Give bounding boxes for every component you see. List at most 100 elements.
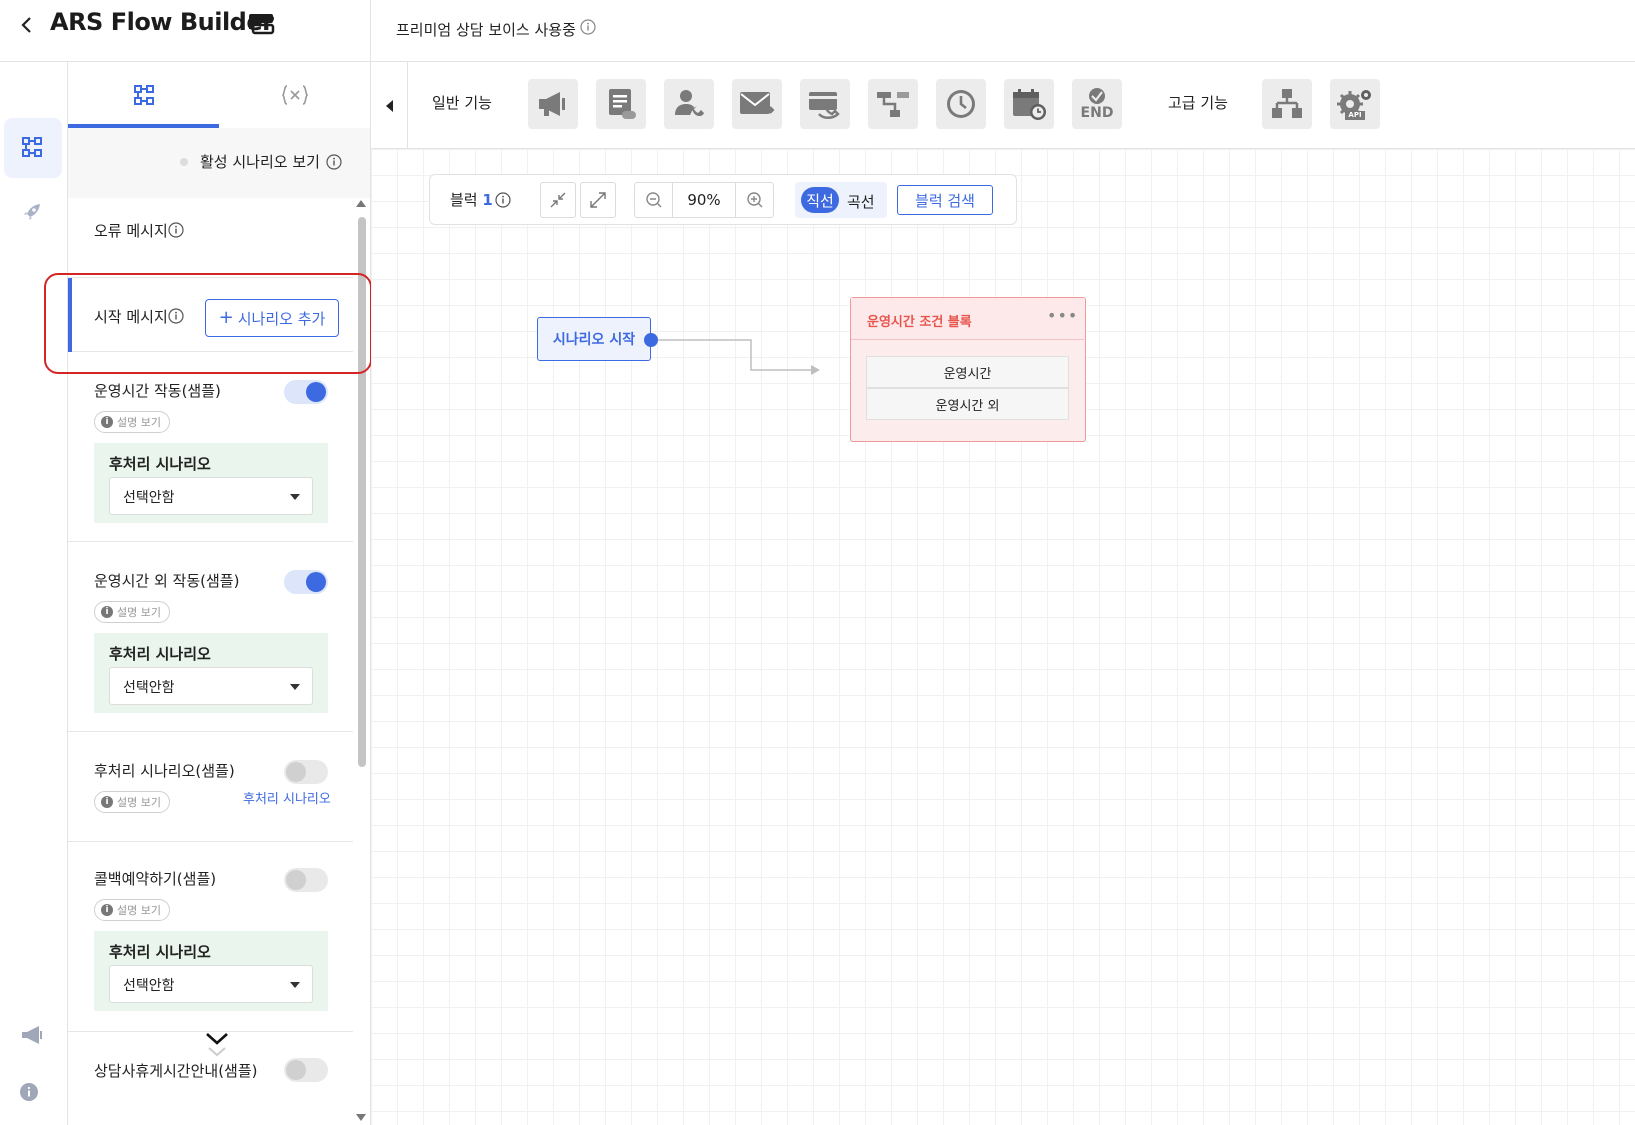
tab-variables[interactable] bbox=[219, 62, 370, 128]
post-scenario-title: 후처리 시나리오 bbox=[109, 645, 211, 663]
card-icon bbox=[809, 92, 840, 119]
condition-block-node[interactable]: 운영시간 조건 블록 ••• 운영시간 운영시간 외 bbox=[850, 297, 1086, 442]
icon-rail bbox=[0, 62, 68, 1125]
clock-icon bbox=[947, 90, 975, 118]
post-scenario-select[interactable]: 선택안함 bbox=[109, 477, 313, 515]
tool-branch[interactable] bbox=[868, 79, 918, 129]
scenario-item[interactable]: 콜백예약하기(샘플) i 설명 보기 후처리 시나리오 선택안함 bbox=[68, 842, 353, 1032]
scenario-title: 운영시간 외 작동(샘플) bbox=[94, 572, 240, 590]
tool-agent[interactable] bbox=[664, 79, 714, 129]
info-icon: i bbox=[101, 606, 113, 618]
tool-card[interactable] bbox=[800, 79, 850, 129]
scenario-item[interactable]: 운영시간 외 작동(샘플) i 설명 보기 후처리 시나리오 선택안함 bbox=[68, 542, 353, 732]
caret-down-icon bbox=[290, 982, 300, 988]
hierarchy-icon bbox=[1272, 89, 1302, 118]
scroll-up-icon[interactable] bbox=[356, 200, 366, 207]
caret-down-icon bbox=[290, 684, 300, 690]
condition-block-header: 운영시간 조건 블록 ••• bbox=[851, 298, 1084, 340]
scenario-title: 운영시간 작동(샘플) bbox=[94, 382, 221, 400]
scenario-toggle[interactable] bbox=[284, 760, 328, 784]
end-label: END bbox=[1080, 105, 1114, 121]
info-icon[interactable] bbox=[19, 1082, 39, 1102]
block-toolbar: 일반 기능 END 고급 기능 API bbox=[371, 62, 1635, 149]
post-scenario-box: 후처리 시나리오 선택안함 bbox=[94, 443, 328, 523]
api-label: API bbox=[1345, 110, 1365, 120]
scenario-item[interactable]: 상담사휴게시간안내(샘플) bbox=[68, 1032, 353, 1125]
condition-block-title: 운영시간 조건 블록 bbox=[867, 315, 972, 330]
tool-clock[interactable] bbox=[936, 79, 986, 129]
flow-canvas[interactable]: 블럭 1 90% 직선 곡선 블럭 검색 시나리오 시작 운영시간 조건 블록 … bbox=[371, 149, 1635, 1125]
megaphone-icon[interactable] bbox=[19, 1024, 45, 1046]
scenario-panel: 활성 시나리오 보기 오류 메시지 시작 메시지 + 시나리오 추가 운영시간 … bbox=[68, 62, 371, 1125]
app-header: ARS Flow Builder bbox=[0, 0, 371, 62]
start-node-port[interactable] bbox=[644, 333, 658, 347]
mail-icon bbox=[740, 92, 775, 114]
scroll-down-icon[interactable] bbox=[356, 1114, 366, 1121]
collapse-panel-button[interactable] bbox=[371, 62, 408, 149]
phone-logo-icon bbox=[247, 12, 275, 36]
scenario-title: 상담사휴게시간안내(샘플) bbox=[94, 1062, 258, 1080]
info-icon[interactable] bbox=[580, 19, 596, 35]
form-icon bbox=[609, 89, 636, 119]
info-icon: i bbox=[101, 416, 113, 428]
tool-api[interactable]: API bbox=[1330, 79, 1380, 129]
active-scenario-label: 활성 시나리오 보기 bbox=[200, 153, 320, 171]
caret-left-icon bbox=[385, 99, 393, 112]
scenario-start-node[interactable]: 시나리오 시작 bbox=[537, 317, 651, 361]
status-dot bbox=[180, 158, 188, 166]
calendar-icon bbox=[1013, 89, 1046, 120]
condition-branch-row[interactable]: 운영시간 외 bbox=[866, 388, 1069, 420]
connector-line bbox=[658, 339, 820, 375]
post-scenario-title: 후처리 시나리오 bbox=[109, 943, 211, 961]
show-description-button[interactable]: i 설명 보기 bbox=[94, 899, 170, 921]
plan-status: 프리미엄 상담 보이스 사용중 bbox=[396, 21, 576, 39]
error-message-label: 오류 메시지 bbox=[94, 222, 168, 240]
post-scenario-box: 후처리 시나리오 선택안함 bbox=[94, 931, 328, 1011]
tool-hierarchy[interactable] bbox=[1262, 79, 1312, 129]
variable-icon bbox=[281, 85, 308, 105]
end-icon bbox=[1089, 88, 1105, 104]
error-message-item[interactable]: 오류 메시지 bbox=[68, 198, 353, 278]
info-icon[interactable] bbox=[168, 222, 184, 238]
post-scenario-select[interactable]: 선택안함 bbox=[109, 667, 313, 705]
tool-announcement[interactable] bbox=[528, 79, 578, 129]
general-features-label: 일반 기능 bbox=[432, 94, 492, 112]
scenario-toggle[interactable] bbox=[284, 1058, 328, 1082]
scenario-item[interactable]: 후처리 시나리오(샘플) i 설명 보기 후처리 시나리오 bbox=[68, 732, 353, 842]
post-scenario-box: 후처리 시나리오 선택안함 bbox=[94, 633, 328, 713]
agent-icon bbox=[675, 90, 704, 117]
tab-flow[interactable] bbox=[68, 62, 219, 128]
info-icon: i bbox=[101, 904, 113, 916]
condition-branch-row[interactable]: 운영시간 bbox=[866, 356, 1069, 388]
flow-icon bbox=[133, 85, 154, 105]
show-description-button[interactable]: i 설명 보기 bbox=[94, 601, 170, 623]
highlight-annotation bbox=[44, 273, 372, 374]
tool-calendar[interactable] bbox=[1004, 79, 1054, 129]
show-description-button[interactable]: i 설명 보기 bbox=[94, 411, 170, 433]
chevron-down-icon[interactable] bbox=[204, 1030, 230, 1064]
info-icon: i bbox=[101, 796, 113, 808]
info-icon[interactable] bbox=[326, 154, 342, 170]
back-arrow-icon[interactable] bbox=[18, 14, 36, 36]
more-options-icon[interactable]: ••• bbox=[1047, 306, 1078, 325]
plan-bar: 프리미엄 상담 보이스 사용중 bbox=[371, 0, 1635, 62]
scenario-toggle[interactable] bbox=[284, 868, 328, 892]
branch-icon bbox=[877, 92, 909, 117]
tool-form[interactable] bbox=[596, 79, 646, 129]
tool-end[interactable]: END bbox=[1072, 79, 1122, 129]
app-title: ARS Flow Builder bbox=[50, 8, 274, 36]
scenario-toggle[interactable] bbox=[284, 570, 328, 594]
flow-icon bbox=[21, 136, 43, 158]
post-scenario-title: 후처리 시나리오 bbox=[109, 455, 211, 473]
show-description-button[interactable]: i 설명 보기 bbox=[94, 791, 170, 813]
scenario-title: 후처리 시나리오(샘플) bbox=[94, 762, 235, 780]
post-scenario-link[interactable]: 후처리 시나리오 bbox=[243, 788, 331, 807]
scenario-item[interactable]: 운영시간 작동(샘플) i 설명 보기 후처리 시나리오 선택안함 bbox=[68, 352, 353, 542]
caret-down-icon bbox=[290, 494, 300, 500]
announcement-icon bbox=[539, 92, 565, 116]
scenario-toggle[interactable] bbox=[284, 380, 328, 404]
post-scenario-select[interactable]: 선택안함 bbox=[109, 965, 313, 1003]
advanced-features-label: 고급 기능 bbox=[1168, 94, 1228, 112]
rocket-icon[interactable] bbox=[20, 200, 44, 224]
tool-mail[interactable] bbox=[732, 79, 782, 129]
